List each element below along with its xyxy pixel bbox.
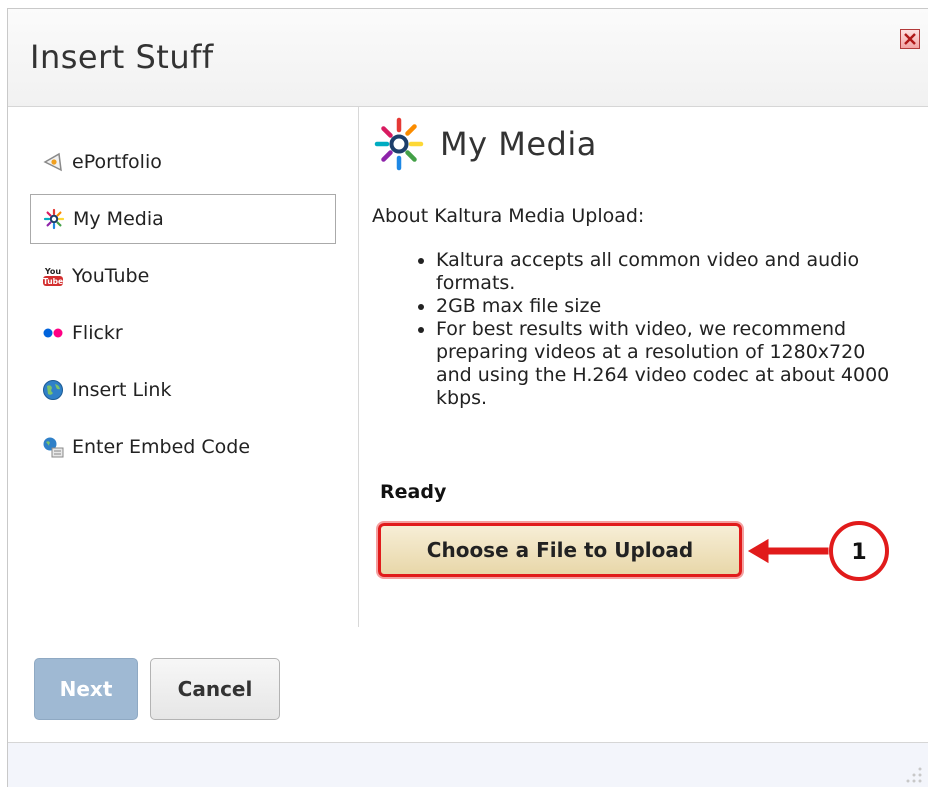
flickr-icon bbox=[42, 322, 64, 344]
sidebar-item-label: YouTube bbox=[72, 265, 150, 287]
close-button[interactable] bbox=[900, 29, 920, 49]
dialog-titlebar: Insert Stuff bbox=[8, 9, 928, 107]
cancel-button[interactable]: Cancel bbox=[150, 658, 280, 720]
dialog-title: Insert Stuff bbox=[30, 38, 214, 76]
globe-icon bbox=[42, 379, 64, 401]
eportfolio-icon bbox=[42, 151, 64, 173]
list-item: 2GB max file size bbox=[436, 295, 906, 318]
sidebar-item-embed-code[interactable]: Enter Embed Code bbox=[30, 422, 336, 472]
sidebar-item-my-media[interactable]: My Media bbox=[30, 194, 336, 244]
dialog-footer-bar bbox=[8, 742, 928, 787]
sidebar-item-label: Flickr bbox=[72, 322, 123, 344]
sidebar-item-label: My Media bbox=[73, 208, 164, 230]
sidebar-item-label: Enter Embed Code bbox=[72, 436, 251, 458]
next-button[interactable]: Next bbox=[34, 658, 138, 720]
callout-annotation: 1 bbox=[747, 521, 889, 581]
youtube-icon: You Tube bbox=[42, 265, 64, 287]
embed-icon bbox=[42, 436, 64, 458]
sidebar: ePortfolio My Media You Tube YouTube Fli… bbox=[8, 107, 359, 627]
content-heading: My Media bbox=[440, 125, 597, 163]
kaltura-icon bbox=[43, 208, 65, 230]
about-text: About Kaltura Media Upload: bbox=[372, 205, 645, 227]
info-list: Kaltura accepts all common video and aud… bbox=[420, 249, 906, 410]
sidebar-item-label: Insert Link bbox=[72, 379, 172, 401]
choose-file-button[interactable]: Choose a File to Upload bbox=[378, 523, 742, 577]
close-icon bbox=[904, 33, 916, 45]
status-text: Ready bbox=[380, 481, 447, 503]
sidebar-item-flickr[interactable]: Flickr bbox=[30, 308, 336, 358]
list-item: Kaltura accepts all common video and aud… bbox=[436, 249, 906, 295]
list-item: For best results with video, we recommen… bbox=[436, 318, 906, 410]
resize-grip-icon[interactable] bbox=[904, 765, 924, 785]
svg-text:You: You bbox=[44, 267, 62, 276]
insert-stuff-dialog: Insert Stuff ePortfolio My Media You Tub… bbox=[7, 8, 928, 787]
content-header: My Media bbox=[372, 117, 597, 171]
sidebar-item-eportfolio[interactable]: ePortfolio bbox=[30, 137, 336, 187]
svg-text:Tube: Tube bbox=[43, 277, 63, 286]
callout-number: 1 bbox=[851, 540, 866, 565]
sidebar-item-youtube[interactable]: You Tube YouTube bbox=[30, 251, 336, 301]
kaltura-icon bbox=[374, 117, 424, 171]
sidebar-item-label: ePortfolio bbox=[72, 151, 162, 173]
sidebar-item-insert-link[interactable]: Insert Link bbox=[30, 365, 336, 415]
